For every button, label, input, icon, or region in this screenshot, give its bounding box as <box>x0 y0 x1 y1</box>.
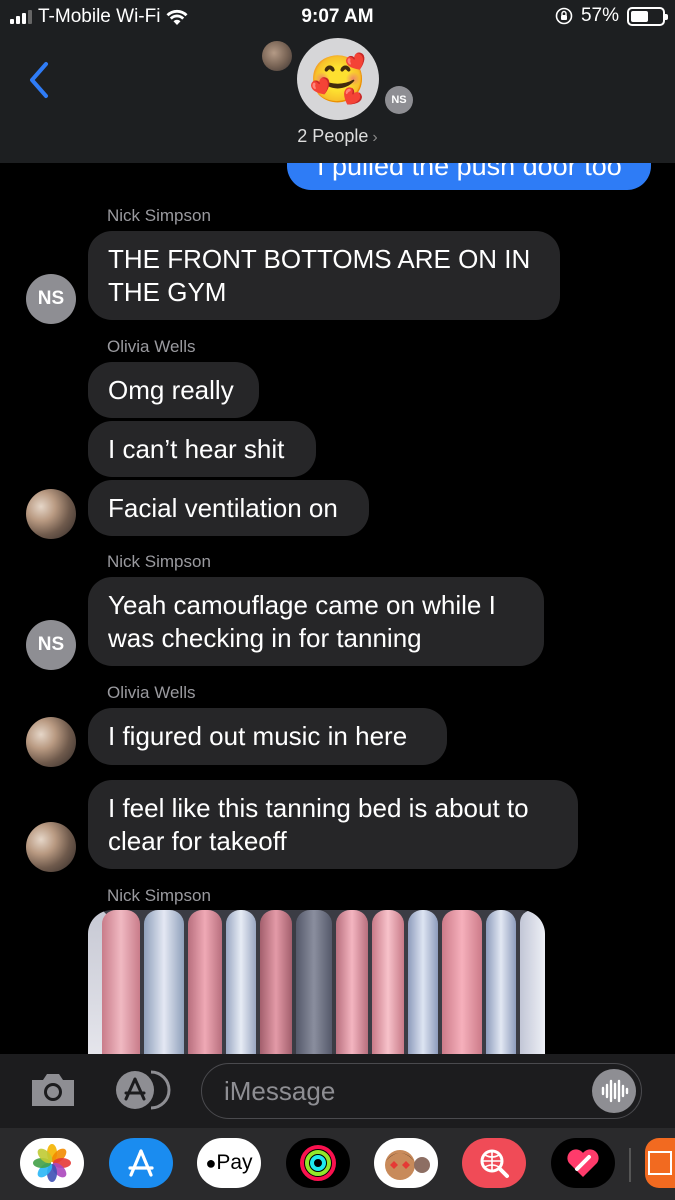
apple-pay-label: Pay <box>216 1151 253 1174</box>
heart-icon <box>567 1149 599 1177</box>
message-text: Omg really <box>108 375 234 405</box>
activity-app[interactable] <box>286 1138 350 1188</box>
chevron-left-icon <box>30 62 48 98</box>
message-text: I figured out music in here <box>108 721 408 751</box>
globe-search-icon <box>480 1149 509 1178</box>
message-input[interactable]: iMessage <box>201 1063 642 1119</box>
home-depot-logo-icon <box>648 1151 672 1175</box>
received-message-bubble[interactable]: Facial ventilation on <box>88 480 369 536</box>
received-message-bubble[interactable]: I can’t hear shit <box>88 421 316 477</box>
received-message-bubble[interactable]: I feel like this tanning bed is about to… <box>88 780 578 869</box>
drawer-divider <box>629 1148 631 1182</box>
received-message-bubble[interactable]: Omg really <box>88 362 259 418</box>
avatar-initials: NS <box>37 634 65 655</box>
camera-button[interactable] <box>28 1070 78 1110</box>
apple-pay-app[interactable]: ● Pay <box>197 1138 261 1188</box>
avatar[interactable] <box>26 822 76 872</box>
search-images-app[interactable] <box>462 1138 526 1188</box>
people-link[interactable]: 2 People › <box>0 126 675 147</box>
sender-name: Olivia Wells <box>107 683 196 702</box>
message-input-placeholder: iMessage <box>224 1075 336 1106</box>
home-depot-app[interactable] <box>645 1138 675 1188</box>
memoji-icon <box>385 1150 430 1180</box>
back-button[interactable] <box>24 60 54 100</box>
message-list[interactable]: I pulled the push door too Nick Simpson … <box>0 0 675 1200</box>
apple-logo-icon: ● <box>205 1152 217 1173</box>
group-avatar[interactable]: 🥰 <box>297 38 379 120</box>
compose-bar: iMessage <box>0 1054 675 1128</box>
member-avatar-initials[interactable]: NS <box>385 86 413 114</box>
member-avatar-photo[interactable] <box>262 41 292 71</box>
received-message-bubble[interactable]: Yeah camouflage came on while I was chec… <box>88 577 544 666</box>
avatar[interactable]: NS <box>26 274 76 324</box>
photo-attachment[interactable] <box>88 910 545 1070</box>
app-store-icon <box>128 1149 154 1177</box>
message-text: I can’t hear shit <box>108 434 285 464</box>
app-store-icon <box>116 1070 171 1110</box>
app-store-app[interactable] <box>109 1138 173 1188</box>
received-message-bubble[interactable]: THE FRONT BOTTOMS ARE ON IN THE GYM <box>88 231 560 320</box>
battery-level <box>631 10 648 22</box>
received-message-bubble[interactable]: I figured out music in here <box>88 708 447 765</box>
sender-name: Olivia Wells <box>107 337 196 356</box>
camera-icon <box>32 1074 74 1106</box>
app-store-button[interactable] <box>113 1068 173 1112</box>
avatar[interactable] <box>26 489 76 539</box>
sender-name: Nick Simpson <box>107 206 211 225</box>
photos-app[interactable] <box>20 1138 84 1188</box>
status-bar: T-Mobile Wi-Fi 9:07 AM 57% <box>0 0 675 34</box>
battery-percent: 57% <box>580 5 619 26</box>
chevron-right-icon: › <box>372 129 378 146</box>
message-text: I feel like this tanning bed is about to… <box>108 793 529 856</box>
activity-rings-icon <box>300 1145 336 1181</box>
member-initials-text: NS <box>391 94 407 106</box>
avatar[interactable] <box>26 717 76 767</box>
memoji-app[interactable] <box>374 1138 438 1188</box>
conversation-header: T-Mobile Wi-Fi 9:07 AM 57% 🥰 NS 2 People… <box>0 0 675 163</box>
orientation-lock-icon <box>555 7 573 25</box>
digital-touch-app[interactable] <box>551 1138 615 1188</box>
avatar[interactable]: NS <box>26 620 76 670</box>
message-text: Facial ventilation on <box>108 493 338 523</box>
audio-message-button[interactable] <box>592 1069 636 1113</box>
battery-icon <box>627 6 668 26</box>
app-drawer: ● Pay <box>0 1128 675 1200</box>
waveform-icon <box>601 1079 629 1103</box>
message-text: THE FRONT BOTTOMS ARE ON IN THE GYM <box>108 244 531 307</box>
sender-name: Nick Simpson <box>107 886 211 905</box>
smiling-face-hearts-icon: 🥰 <box>309 52 367 105</box>
people-label: 2 People <box>297 126 369 146</box>
avatar-initials: NS <box>37 288 65 309</box>
sender-name: Nick Simpson <box>107 552 211 571</box>
message-text: Yeah camouflage came on while I was chec… <box>108 590 496 653</box>
photos-icon <box>33 1144 71 1182</box>
